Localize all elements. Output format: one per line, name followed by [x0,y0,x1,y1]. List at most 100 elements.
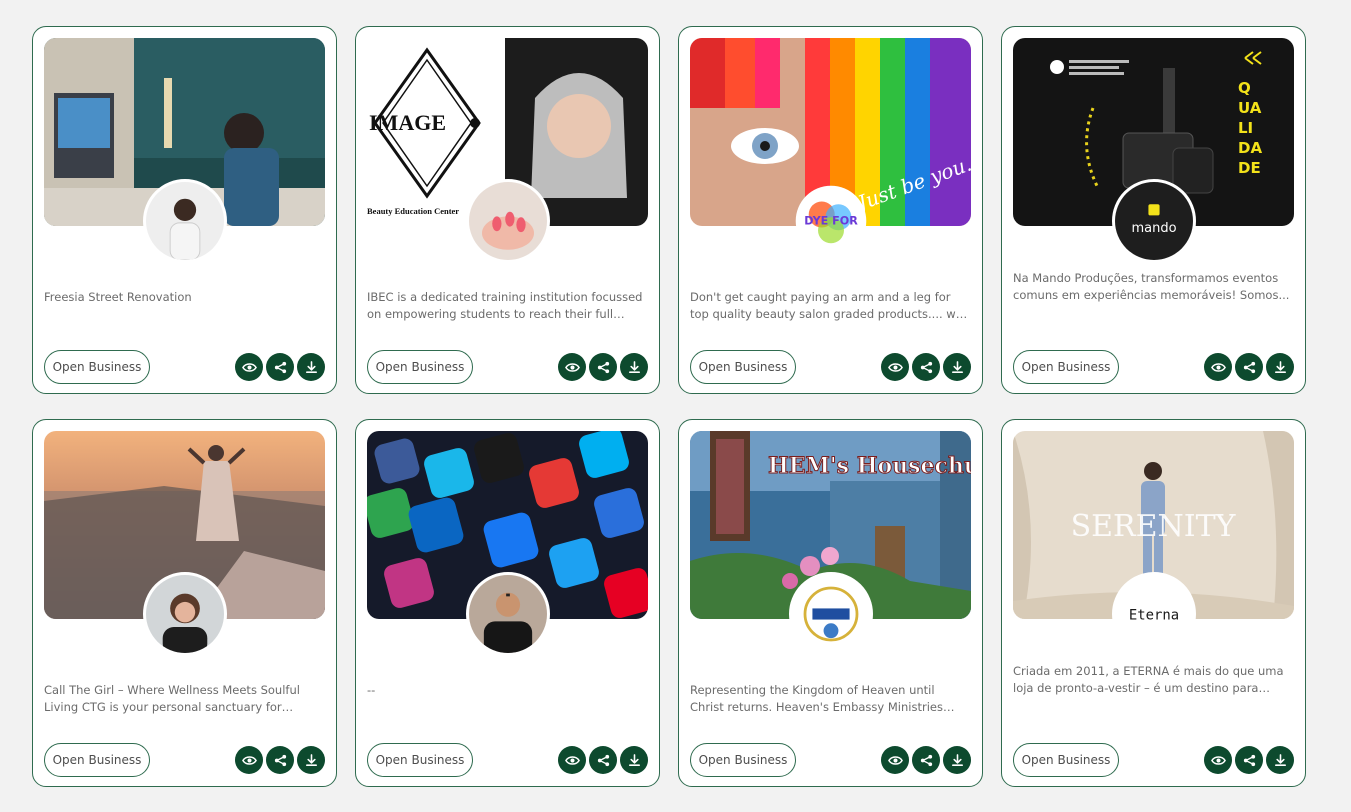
share-button[interactable] [266,353,294,381]
avatar-label: Eterna [1129,608,1179,624]
cover-subtitle: Beauty Education Center [367,206,459,216]
svg-text:Q: Q [1238,79,1251,97]
business-card: Q UA LI DA DE mando Na Mando Produções, … [1001,26,1306,394]
eye-icon [241,362,257,372]
view-button[interactable] [235,746,263,774]
view-button[interactable] [881,353,909,381]
share-button[interactable] [1235,746,1263,774]
download-icon [628,360,640,373]
business-avatar [789,572,873,656]
share-icon [1243,361,1255,373]
business-avatar [143,572,227,656]
business-avatar: mando [1112,179,1196,263]
download-button[interactable] [1266,746,1294,774]
business-card: Just be you.. DYE FOR Don't get caught p… [678,26,983,394]
eye-icon [1210,362,1226,372]
business-avatar [143,179,227,263]
download-button[interactable] [297,746,325,774]
business-card: Freesia Street Renovation Open Business [32,26,337,394]
share-icon [1243,754,1255,766]
card-actions [881,746,971,774]
open-business-button[interactable]: Open Business [1013,743,1119,777]
eye-icon [564,362,580,372]
business-card: -- Open Business [355,419,660,787]
share-icon [274,754,286,766]
view-button[interactable] [1204,353,1232,381]
business-avatar [466,572,550,656]
business-avatar: Eterna [1112,572,1196,656]
open-business-button[interactable]: Open Business [367,350,473,384]
business-description: IBEC is a dedicated training institution… [367,290,643,321]
business-description: Criada em 2011, a ETERNA é mais do que u… [1013,664,1284,695]
share-icon [597,361,609,373]
business-card: SERENITY Eterna Criada em 2011, a ETERNA… [1001,419,1306,787]
card-actions [235,746,325,774]
card-actions [235,353,325,381]
download-button[interactable] [1266,353,1294,381]
view-button[interactable] [235,353,263,381]
business-card: IMAGE Beauty Education Center IBEC is a … [355,26,660,394]
download-icon [951,753,963,766]
share-icon [597,754,609,766]
download-icon [305,360,317,373]
card-actions [558,746,648,774]
eye-icon [887,755,903,765]
download-button[interactable] [620,353,648,381]
download-button[interactable] [943,746,971,774]
cover-brand: SERENITY [1071,509,1237,544]
view-button[interactable] [558,746,586,774]
business-description: Call The Girl – Where Wellness Meets Sou… [44,683,300,714]
share-button[interactable] [589,746,617,774]
view-button[interactable] [558,353,586,381]
business-description: Don't get caught paying an arm and a leg… [690,290,963,321]
share-button[interactable] [1235,353,1263,381]
view-button[interactable] [881,746,909,774]
download-icon [951,360,963,373]
business-description: Freesia Street Renovation [44,290,192,304]
eye-icon [564,755,580,765]
download-icon [1274,753,1286,766]
open-business-button[interactable]: Open Business [44,743,150,777]
download-button[interactable] [297,353,325,381]
open-business-button[interactable]: Open Business [44,350,150,384]
share-button[interactable] [912,746,940,774]
share-button[interactable] [912,353,940,381]
avatar-label: mando [1131,221,1176,236]
open-business-button[interactable]: Open Business [690,350,796,384]
business-avatar [466,179,550,263]
share-button[interactable] [589,353,617,381]
view-button[interactable] [1204,746,1232,774]
download-icon [1274,360,1286,373]
business-card: HEM's Housechurch Representing the Kingd… [678,419,983,787]
share-icon [920,754,932,766]
business-description: Na Mando Produções, transformamos evento… [1013,271,1290,302]
avatar-label: DYE FOR [804,215,858,228]
svg-text:UA: UA [1238,99,1262,117]
share-icon [274,361,286,373]
svg-text:DA: DA [1238,139,1262,157]
cover-title: IMAGE [369,110,446,135]
cover-sign: HEM's Housechurch [768,453,971,479]
business-description: Representing the Kingdom of Heaven until… [690,683,943,714]
card-actions [1204,746,1294,774]
svg-text:DE: DE [1238,159,1261,177]
share-button[interactable] [266,746,294,774]
eye-icon [241,755,257,765]
share-icon [920,361,932,373]
download-button[interactable] [620,746,648,774]
card-actions [558,353,648,381]
download-icon [628,753,640,766]
eye-icon [1210,755,1226,765]
download-button[interactable] [943,353,971,381]
open-business-button[interactable]: Open Business [690,743,796,777]
business-description: -- [367,683,376,697]
open-business-button[interactable]: Open Business [367,743,473,777]
eye-icon [887,362,903,372]
open-business-button[interactable]: Open Business [1013,350,1119,384]
svg-text:LI: LI [1238,119,1253,137]
business-avatar: DYE FOR [789,179,873,263]
card-actions [1204,353,1294,381]
card-actions [881,353,971,381]
download-icon [305,753,317,766]
business-card: Call The Girl – Where Wellness Meets Sou… [32,419,337,787]
